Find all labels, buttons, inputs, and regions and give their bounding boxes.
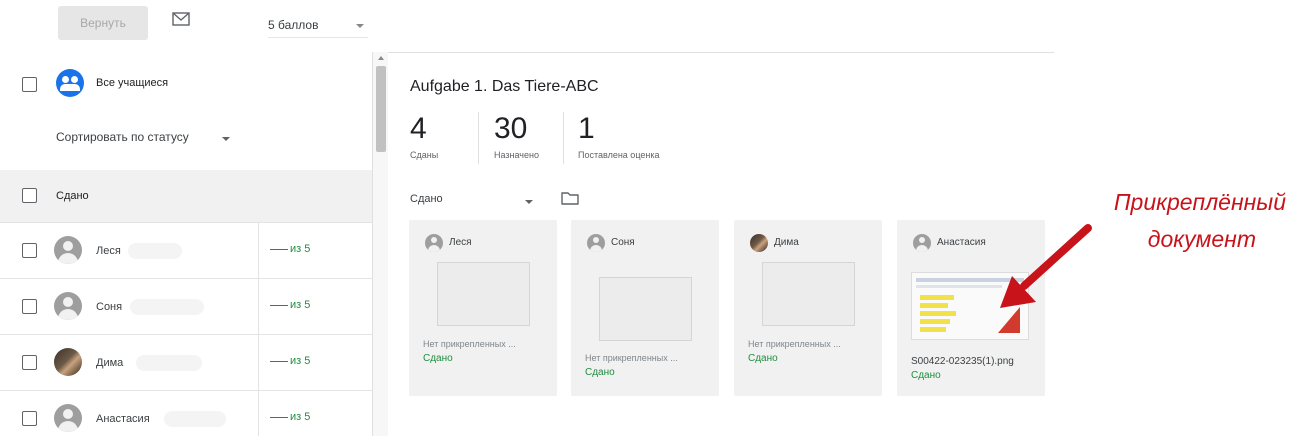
section-checkbox[interactable] [22,188,37,203]
attachment-filename[interactable]: S00422-023235(1).png [911,356,1014,367]
avatar [54,348,82,376]
classroom-grading-view: Вернуть 5 баллов Все учащиеся Сортироват… [0,0,1291,436]
group-icon [56,69,84,97]
person-icon [425,234,443,252]
student-name: Леся [96,245,121,257]
folder-icon[interactable] [561,191,579,205]
empty-thumbnail [437,262,530,326]
student-row[interactable]: Анастасия из 5 [0,390,372,436]
student-name: Дима [96,357,124,369]
chevron-down-icon[interactable] [222,137,230,141]
redacted-surname [130,299,204,315]
avatar [750,234,768,252]
mail-icon[interactable] [172,12,190,26]
chevron-down-icon[interactable] [525,200,533,204]
scrollbar-thumb[interactable] [376,66,386,152]
student-row[interactable]: Леся из 5 [0,222,372,279]
attachment-label: Нет прикрепленных ... [423,339,516,349]
section-label: Сдано [56,190,89,202]
grade-input[interactable]: из 5 [270,355,310,367]
grade-input[interactable]: из 5 [270,243,310,255]
points-value: 5 баллов [268,18,319,32]
card-student-name: Леся [449,237,472,248]
attachment-label: Нет прикрепленных ... [748,339,841,349]
grade-input[interactable]: из 5 [270,299,310,311]
student-checkbox[interactable] [22,243,37,258]
person-icon [54,292,82,320]
student-checkbox[interactable] [22,411,37,426]
points-select[interactable]: 5 баллов [268,14,368,38]
person-icon [587,234,605,252]
card-student-name: Соня [611,237,635,248]
student-name: Соня [96,301,123,313]
stat-assigned[interactable]: 30 Назначено [494,112,539,160]
stat-graded[interactable]: 1 Поставлена оценка [578,112,659,160]
chevron-down-icon [356,24,364,28]
redacted-surname [128,243,182,259]
submission-card[interactable]: Соня Нет прикрепленных ... Сдано [571,220,719,396]
person-icon [54,236,82,264]
scroll-up-icon[interactable] [378,56,384,60]
grade-input[interactable]: из 5 [270,411,310,423]
submission-card[interactable]: Дима Нет прикрепленных ... Сдано [734,220,882,396]
status-label: Сдано [423,353,453,364]
assignment-title: Aufgabe 1. Das Tiere-ABC [410,78,599,95]
student-row[interactable]: Дима из 5 [0,334,372,391]
student-row[interactable]: Соня из 5 [0,278,372,335]
return-button[interactable]: Вернуть [58,6,148,40]
status-label: Сдано [748,353,778,364]
status-label: Сдано [911,370,941,381]
empty-thumbnail [762,262,855,326]
person-icon [913,234,931,252]
select-all-checkbox[interactable] [22,77,37,92]
submission-card[interactable]: Леся Нет прикрепленных ... Сдано [409,220,557,396]
arrow-icon [1000,224,1092,308]
callout-line-1: Прикреплённый [1113,189,1286,215]
scrollbar[interactable] [372,52,388,436]
card-student-name: Дима [774,237,799,248]
student-checkbox[interactable] [22,299,37,314]
redacted-surname [136,355,202,371]
all-students-label: Все учащиеся [96,77,169,89]
empty-thumbnail [599,277,692,341]
status-filter-dropdown[interactable]: Сдано [410,193,443,205]
redacted-surname [164,411,226,427]
status-label: Сдано [585,367,615,378]
student-list-panel: Все учащиеся Сортировать по статусу Сдан… [0,52,372,436]
student-checkbox[interactable] [22,355,37,370]
attachment-label: Нет прикрепленных ... [585,353,678,363]
student-name: Анастасия [96,413,150,425]
sort-dropdown[interactable]: Сортировать по статусу [56,130,189,144]
card-student-name: Анастасия [937,237,986,248]
section-header-turned-in: Сдано [0,170,372,222]
person-icon [54,404,82,432]
stat-turned-in[interactable]: 4 Сданы [410,112,438,160]
